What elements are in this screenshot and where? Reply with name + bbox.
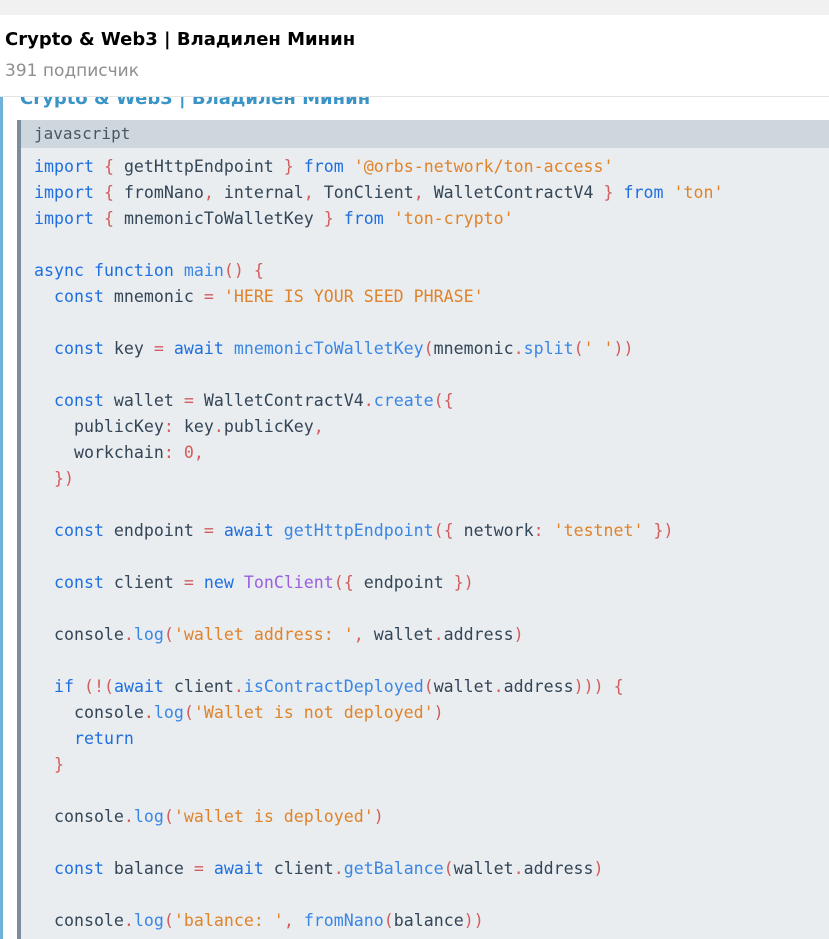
code-language-label: javascript (34, 124, 131, 143)
code-content[interactable]: import { getHttpEndpoint } from '@orbs-n… (34, 154, 723, 934)
forwarded-from-link[interactable]: Crypto & Web3 | Владилен Минин (20, 97, 370, 109)
channel-title[interactable]: Crypto & Web3 | Владилен Минин (5, 29, 355, 50)
forwarded-message: Crypto & Web3 | Владилен Минин javascrip… (0, 97, 829, 939)
channel-header[interactable]: Crypto & Web3 | Владилен Минин 391 подпи… (0, 15, 829, 97)
code-language-bar: javascript (21, 120, 829, 148)
code-block[interactable]: javascript import { getHttpEndpoint } fr… (17, 120, 829, 939)
top-strip (0, 0, 829, 15)
subscriber-count: 391 подписчик (5, 61, 139, 81)
forward-accent-bar (0, 97, 3, 939)
